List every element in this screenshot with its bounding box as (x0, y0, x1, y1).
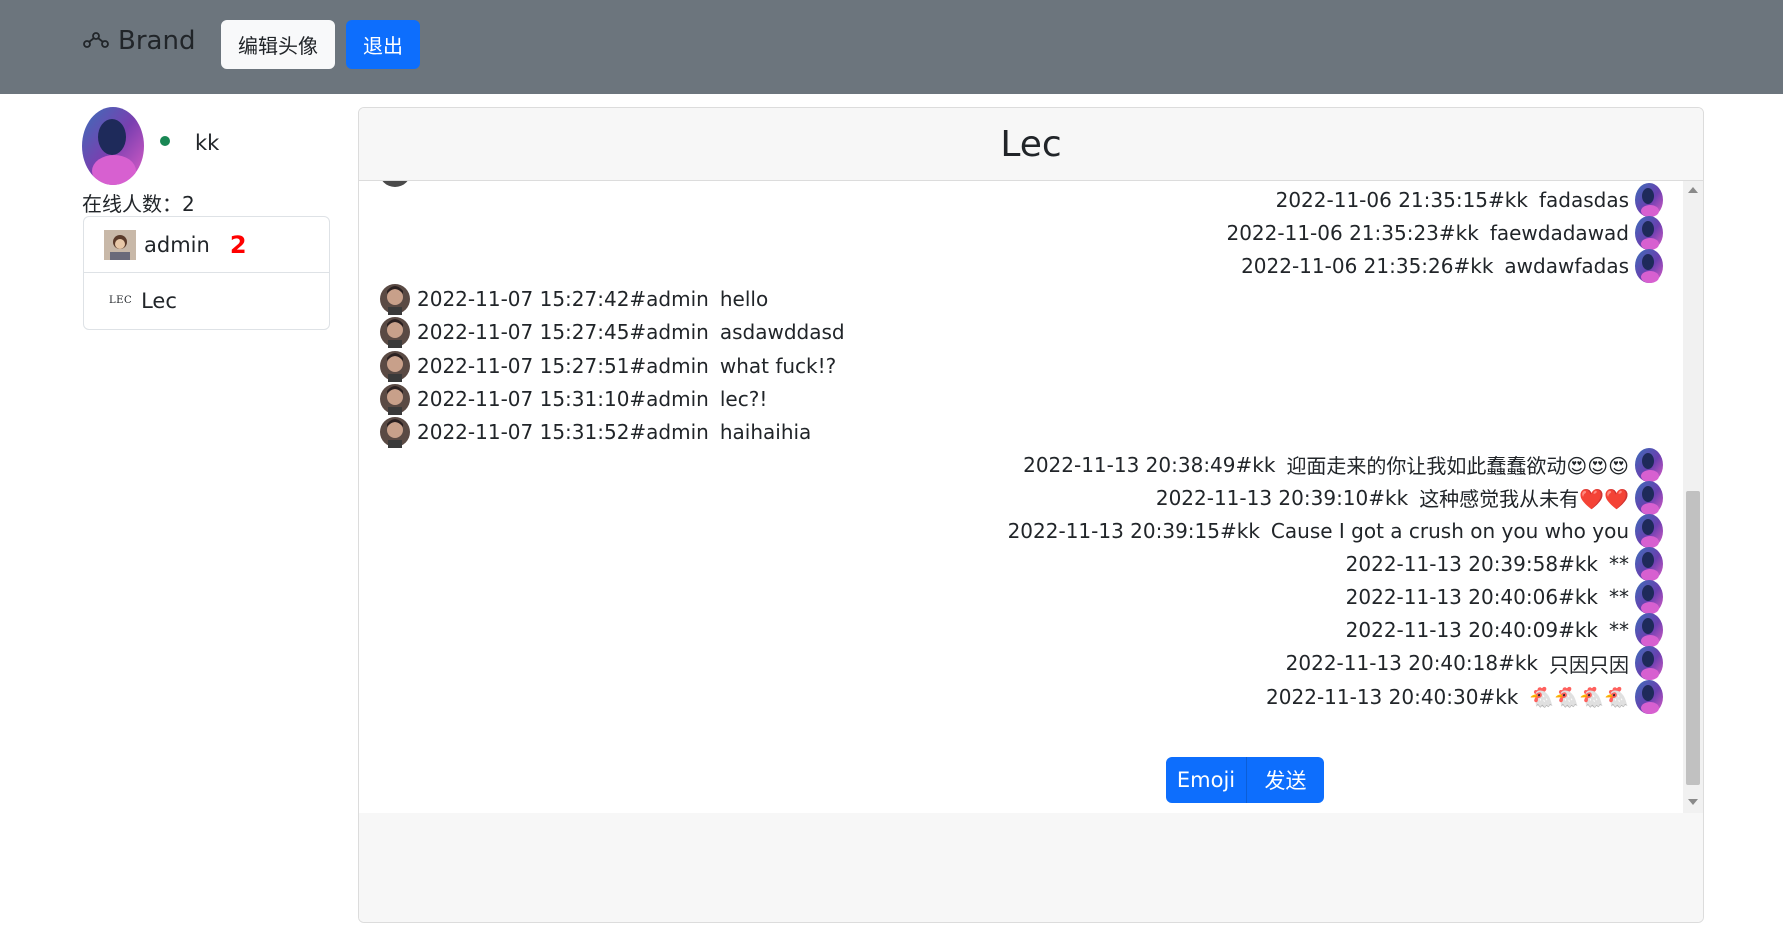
message-row-kk: 2022-11-06 21:35:15#kk fadasdas (1276, 183, 1665, 217)
lec-logo: LEC (109, 295, 133, 306)
emoji-button[interactable]: Emoji (1166, 757, 1247, 803)
kk-message-avatar (1633, 580, 1665, 615)
admin-message-avatar (382, 181, 408, 187)
online-status-indicator (160, 136, 170, 146)
kk-message-avatar (1633, 480, 1665, 515)
message-input-area[interactable] (359, 813, 1703, 922)
message-text: asdawddasd (719, 320, 845, 345)
user-list-item-lec[interactable]: LEC Lec (84, 273, 329, 328)
message-row-admin: 2022-11-07 15:31:52#admin haihaihia (379, 415, 811, 449)
message-row-kk: 2022-11-13 20:40:06#kk ** (1345, 580, 1665, 615)
user-list-item-admin[interactable]: admin 2 (84, 217, 329, 273)
message-text: 🐔🐔🐔🐔 (1529, 684, 1629, 709)
message-meta: 2022-11-07 15:31:10#admin (417, 386, 709, 411)
message-meta: 2022-11-13 20:40:18#kk (1285, 651, 1538, 676)
brand-text: Brand (118, 26, 196, 56)
message-row-admin: 2022-11-07 15:31:10#admin lec?! (379, 382, 767, 416)
user-name-lec: Lec (141, 288, 177, 313)
kk-message-avatar (1633, 216, 1665, 251)
scroll-down-arrow-icon[interactable] (1688, 799, 1698, 805)
message-meta: 2022-11-13 20:38:49#kk (1023, 452, 1276, 477)
kk-message-avatar (1633, 613, 1665, 648)
message-text: ** (1609, 618, 1629, 643)
admin-avatar (104, 229, 136, 260)
scroll-thumb[interactable] (1686, 491, 1700, 785)
admin-message-avatar (379, 382, 411, 416)
message-text: what fuck!? (719, 353, 837, 378)
message-text: ** (1609, 585, 1629, 610)
user-list: admin 2 LEC Lec (83, 216, 330, 330)
message-list[interactable]: 2022-11-06 21:35:15#kk fadasdas 2022-11-06… (359, 181, 1683, 813)
message-row-admin: 2022-11-07 15:27:45#admin asdawddasd (379, 315, 845, 349)
message-row-kk: 2022-11-06 21:35:26#kk awdawfadas (1241, 249, 1665, 284)
online-count-label: 在线人数：2 (82, 192, 195, 216)
edit-avatar-button[interactable]: 编辑头像 (221, 20, 335, 69)
message-row-kk: 2022-11-13 20:39:15#kk Cause I got a crus… (1008, 514, 1665, 548)
message-meta: 2022-11-07 15:27:42#admin (417, 287, 709, 312)
chat-action-buttons: Emoji 发送 (1166, 757, 1324, 803)
message-meta: 2022-11-07 15:31:52#admin (417, 419, 709, 444)
message-meta: 2022-11-06 21:35:15#kk (1275, 188, 1528, 212)
chat-panel: Lec 2022-11-06 21:35:15#kk fadasdas 2022-1… (358, 107, 1704, 923)
message-text: ** (1609, 552, 1629, 577)
logout-button[interactable]: 退出 (346, 20, 420, 69)
current-user-avatar[interactable] (82, 107, 144, 185)
message-meta: 2022-11-13 20:39:58#kk (1345, 552, 1598, 577)
kk-message-avatar (1633, 447, 1665, 482)
kk-message-avatar (1633, 547, 1665, 582)
message-text: 这种感觉我从未有❤️❤️ (1419, 487, 1629, 512)
brand-logo-icon (83, 32, 109, 48)
message-row-admin: 2022-11-07 15:27:42#admin hello (379, 282, 768, 316)
message-text: 只因只因 (1549, 652, 1629, 677)
message-meta: 2022-11-06 21:35:26#kk (1241, 254, 1494, 279)
message-row-kk: 2022-11-06 21:35:23#kk faewdadawad (1226, 216, 1665, 251)
message-meta: 2022-11-07 15:27:45#admin (417, 320, 709, 345)
message-row-kk: 2022-11-13 20:39:10#kk 这种感觉我从未有❤️❤️ (1155, 480, 1665, 515)
kk-message-avatar (1633, 646, 1665, 681)
message-row-kk: 2022-11-13 20:40:18#kk 只因只因 (1285, 646, 1665, 681)
message-text: hello (719, 287, 769, 312)
message-text: 迎面走来的你让我如此蠢蠢欲动😍😍😍 (1286, 454, 1629, 479)
current-user-name: kk (195, 131, 220, 155)
message-text: awdawfadas (1504, 254, 1629, 279)
unread-count-badge: 2 (229, 230, 247, 259)
message-row-kk: 2022-11-13 20:39:58#kk ** (1345, 547, 1665, 582)
message-text: faewdadawad (1489, 221, 1629, 246)
message-text: fadasdas (1538, 188, 1629, 212)
kk-message-avatar (1633, 183, 1665, 217)
message-row-kk: 2022-11-13 20:40:30#kk 🐔🐔🐔🐔 (1266, 679, 1665, 714)
brand-link[interactable]: Brand (82, 26, 195, 56)
message-meta: 2022-11-13 20:40:30#kk (1266, 684, 1519, 709)
message-meta: 2022-11-06 21:35:23#kk (1226, 221, 1479, 246)
message-row-admin: 2022-11-07 15:27:51#admin what fuck!? (379, 349, 836, 383)
message-meta: 2022-11-13 20:39:15#kk (1007, 519, 1260, 543)
user-name-admin: admin (144, 232, 210, 257)
send-button[interactable]: 发送 (1247, 757, 1324, 803)
admin-message-avatar (379, 349, 411, 383)
message-meta: 2022-11-13 20:40:06#kk (1345, 585, 1598, 610)
kk-message-avatar (1633, 249, 1665, 284)
kk-message-avatar (1633, 514, 1665, 548)
message-text: lec?! (719, 386, 768, 411)
kk-message-avatar (1633, 679, 1665, 714)
message-row-kk: 2022-11-13 20:38:49#kk 迎面走来的你让我如此蠢蠢欲动😍😍😍 (1023, 447, 1665, 482)
message-text: haihaihia (719, 419, 812, 444)
navbar: Brand 编辑头像 退出 (0, 0, 1783, 94)
message-row-kk: 2022-11-13 20:40:09#kk ** (1345, 613, 1665, 648)
scroll-up-arrow-icon[interactable] (1688, 187, 1698, 193)
message-text: Cause I got a crush on you who you (1270, 519, 1629, 543)
admin-message-avatar (379, 315, 411, 349)
message-meta: 2022-11-13 20:39:10#kk (1155, 485, 1409, 510)
admin-message-avatar (379, 415, 411, 449)
chat-title: Lec (359, 108, 1703, 181)
message-meta: 2022-11-13 20:40:09#kk (1345, 618, 1598, 643)
message-list-scrollbar[interactable] (1683, 181, 1703, 813)
admin-message-avatar (379, 282, 411, 316)
message-meta: 2022-11-07 15:27:51#admin (417, 353, 709, 378)
